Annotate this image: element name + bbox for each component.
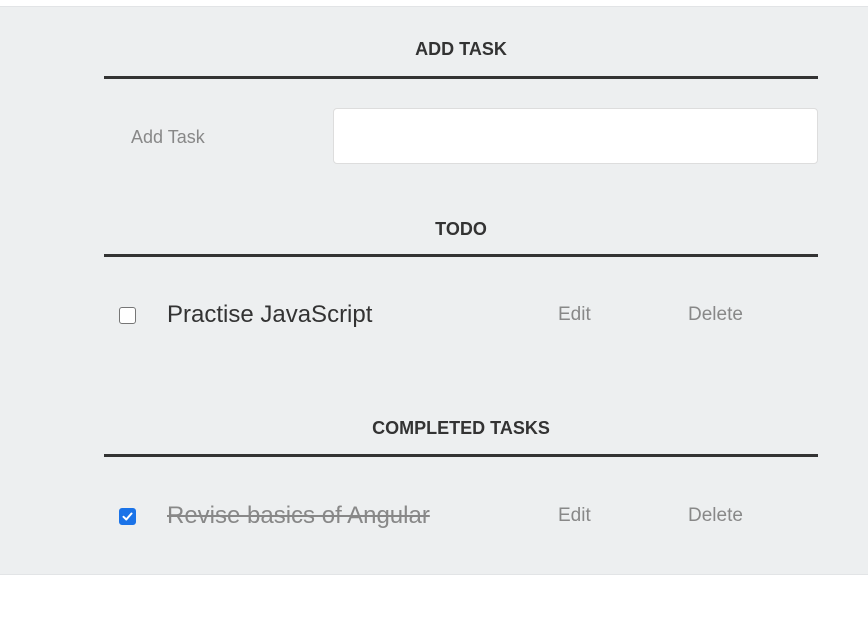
task-checkbox-checked[interactable]: [119, 508, 136, 525]
todo-task-row: Practise JavaScript Edit Delete: [104, 295, 818, 335]
add-task-heading: ADD TASK: [415, 39, 507, 59]
completed-tasks-divider: [104, 454, 818, 457]
add-task-label: Add Task: [131, 127, 205, 147]
add-task-divider: [104, 76, 818, 79]
checkmark-icon: [122, 512, 133, 521]
task-text: Practise JavaScript: [167, 301, 373, 328]
completed-task-row: Revise basics of Angular Edit Delete: [104, 496, 818, 536]
todo-app: ADD TASK Add Task TODO Practise JavaScri…: [0, 6, 868, 575]
todo-heading: TODO: [435, 219, 487, 239]
todo-divider: [104, 254, 818, 257]
edit-button[interactable]: Edit: [558, 505, 591, 527]
completed-tasks-heading: COMPLETED TASKS: [372, 418, 550, 438]
task-checkbox[interactable]: [119, 307, 136, 324]
add-task-input[interactable]: [333, 108, 818, 164]
completed-task-text: Revise basics of Angular: [167, 502, 430, 529]
delete-button[interactable]: Delete: [688, 505, 743, 527]
delete-button[interactable]: Delete: [688, 304, 743, 326]
edit-button[interactable]: Edit: [558, 304, 591, 326]
